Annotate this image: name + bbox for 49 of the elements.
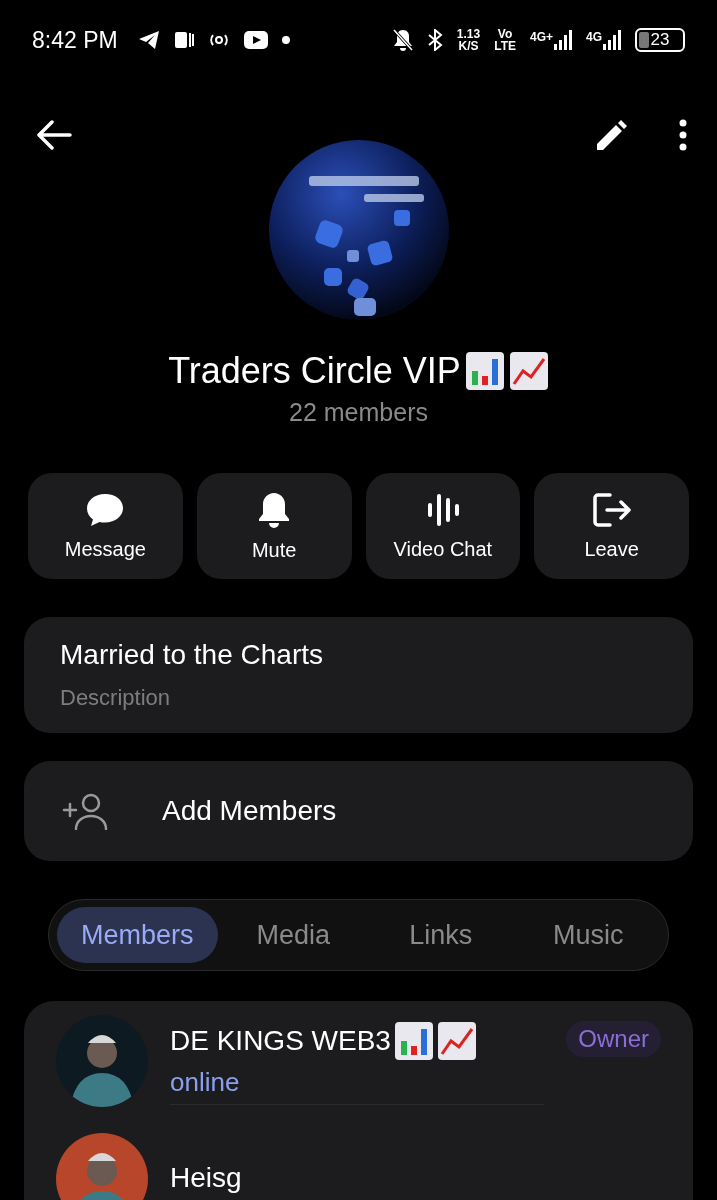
network-speed: 1.13: [456, 28, 481, 40]
chart-increasing-icon: [508, 351, 549, 391]
add-user-icon: [62, 792, 110, 830]
mute-button[interactable]: Mute: [196, 473, 352, 579]
network-type: 4G+: [529, 30, 553, 44]
signal-icon: [603, 30, 621, 50]
lte-label: LTE: [494, 40, 516, 52]
add-members-button[interactable]: Add Members: [24, 761, 693, 861]
battery-percentage: 23: [650, 30, 670, 50]
clock: 8:42 PM: [32, 26, 118, 54]
tab[interactable]: Members: [57, 907, 218, 963]
hotspot-icon: [207, 32, 230, 48]
notification-icon: [173, 30, 194, 50]
logout-icon: [591, 491, 632, 528]
network-type: 4G: [586, 30, 602, 44]
tab[interactable]: Links: [369, 907, 513, 963]
back-arrow-icon[interactable]: [36, 120, 72, 150]
video-button[interactable]: Video Chat: [365, 473, 521, 579]
bell-off-icon: [392, 29, 413, 51]
group-name: Traders Circle VIP: [168, 350, 461, 392]
leave-button[interactable]: Leave: [534, 473, 689, 579]
role-tag: Owner: [566, 1021, 661, 1057]
pencil-icon[interactable]: [595, 118, 629, 152]
volte-label: Vo: [497, 28, 513, 40]
bar-chart-icon: [393, 1021, 434, 1061]
member-name: DE KINGS WEB3: [170, 1025, 391, 1057]
battery-fill: [639, 32, 649, 48]
bluetooth-icon: [426, 29, 443, 51]
tab[interactable]: Media: [221, 907, 365, 963]
member-count: 22 members: [289, 398, 428, 427]
voice-wave-icon: [425, 491, 460, 528]
bell-icon: [257, 490, 292, 529]
description-label: Description: [60, 685, 172, 711]
more-options-icon[interactable]: [679, 119, 687, 151]
member-name: Heisg: [170, 1161, 242, 1194]
chat-bubble-icon: [85, 491, 126, 528]
member-status: online: [170, 1067, 241, 1098]
description-text: Married to the Charts: [60, 639, 324, 671]
paper-plane-icon: [137, 30, 160, 50]
member-row[interactable]: Heisg: [24, 1119, 693, 1200]
speed-unit: K/S: [458, 40, 479, 52]
message-button[interactable]: Message: [28, 473, 183, 579]
dot-icon: [281, 36, 290, 44]
bar-chart-icon: [464, 351, 505, 391]
chart-increasing-icon: [436, 1021, 477, 1061]
video-play-icon: [243, 31, 268, 49]
tab[interactable]: Music: [516, 907, 660, 963]
signal-icon: [554, 30, 572, 50]
member-row[interactable]: DE KINGS WEB3 online Owner: [24, 1001, 693, 1119]
